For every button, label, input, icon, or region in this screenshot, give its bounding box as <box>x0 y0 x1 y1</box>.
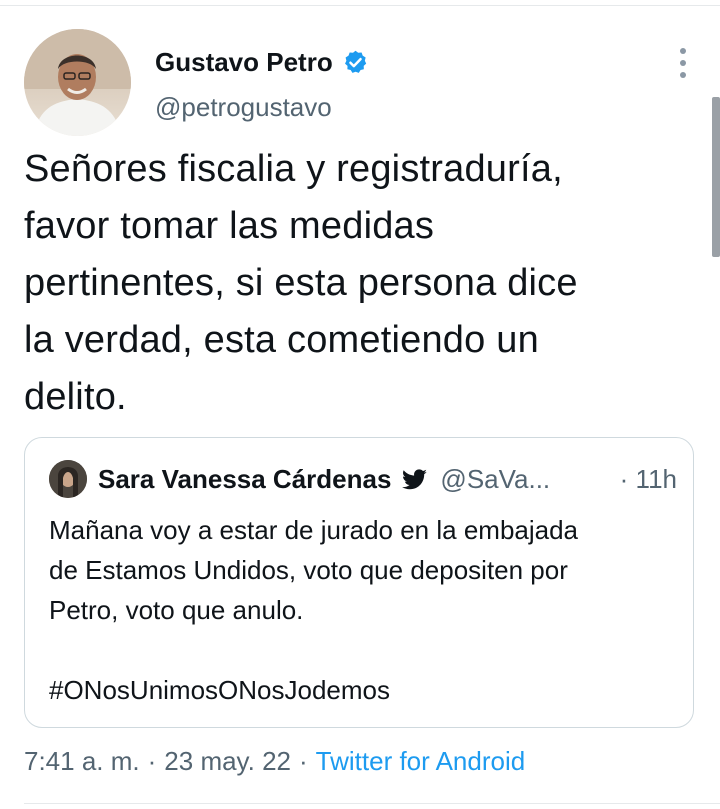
quoted-header: Sara Vanessa Cárdenas @SaVa... <box>98 460 550 498</box>
verified-badge-icon <box>344 50 366 73</box>
tweet-meta: 7:41 a. m. · 23 may. 22 · Twitter for An… <box>24 743 525 779</box>
twitter-bird-icon <box>402 468 428 489</box>
quoted-timestamp[interactable]: · 11h <box>620 460 677 498</box>
meta-separator: · <box>299 745 308 776</box>
tweet-time[interactable]: 7:41 a. m. <box>24 746 140 777</box>
meta-separator: · <box>147 745 157 776</box>
author-avatar-image <box>24 29 131 136</box>
quoted-author-avatar[interactable] <box>49 460 87 498</box>
more-vertical-icon[interactable] <box>680 48 686 78</box>
tweet-date[interactable]: 23 may. 22 <box>164 746 291 777</box>
bottom-divider <box>24 803 720 804</box>
quoted-tweet-text: Mañana voy a estar de jurado en la embaj… <box>49 515 579 705</box>
top-divider <box>0 5 720 6</box>
author-name[interactable]: Gustavo Petro <box>155 47 333 78</box>
quoted-tweet-card[interactable]: Sara Vanessa Cárdenas @SaVa... · 11h Mañ… <box>24 437 694 728</box>
scrollbar[interactable] <box>712 97 720 257</box>
tweet-text: Señores fiscalia y registraduría, favor … <box>24 148 578 418</box>
quoted-author-handle[interactable]: @SaVa... <box>440 464 550 495</box>
author-handle[interactable]: @petrogustavo <box>155 92 332 123</box>
author-avatar[interactable] <box>24 29 131 136</box>
quoted-avatar-image <box>49 460 87 498</box>
tweet-source-link[interactable]: Twitter for Android <box>316 746 526 777</box>
author-header: Gustavo Petro <box>155 44 369 80</box>
quoted-author-name[interactable]: Sara Vanessa Cárdenas <box>98 464 391 495</box>
